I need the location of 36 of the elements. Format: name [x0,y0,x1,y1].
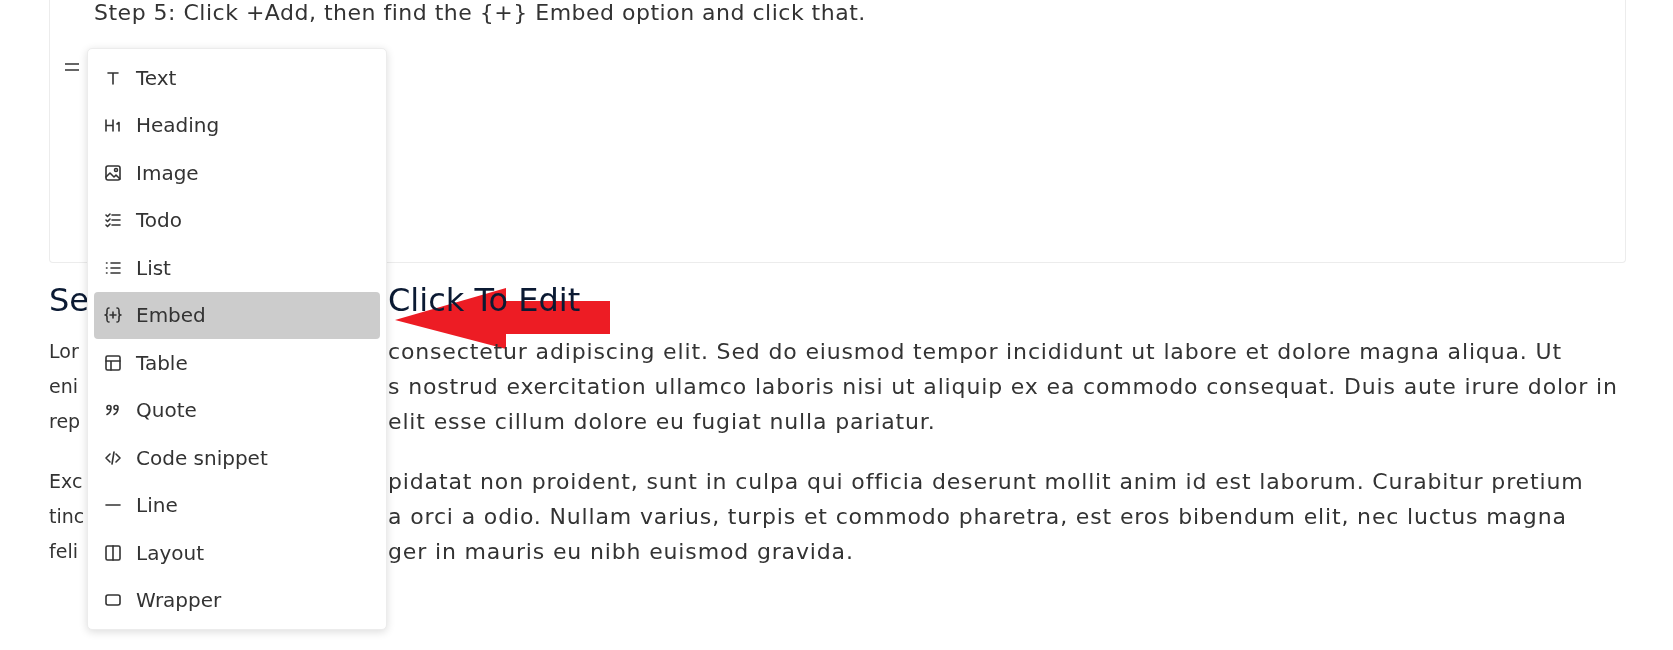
section-heading: Se [49,280,89,320]
paragraph-text: a orci a odio. Nullam varius, turpis et commodo pharetra, est eros bibendum elit, nec luctus magna [388,502,1567,531]
columns-icon [104,543,122,562]
checklist-icon [104,211,122,230]
paragraph-text: tinc [49,503,85,529]
menu-item[interactable]: Code snippet [94,434,380,482]
menu-item[interactable]: Table [94,339,380,387]
paragraph-text: eni [49,373,78,399]
paragraph-text: elit esse cillum dolore eu fugiat nulla pariatur. [388,407,936,436]
paragraph-text: feli [49,538,78,564]
drag-handle-icon[interactable] [64,62,80,72]
code-icon [104,448,122,467]
menu-item[interactable]: Line [94,481,380,529]
menu-item[interactable]: List [94,244,380,292]
menu-item[interactable]: Text [94,54,380,102]
table-icon [104,353,122,372]
braces-plus-icon [104,306,122,325]
paragraph-text: ger in mauris eu nibh euismod gravida. [388,537,854,566]
menu-item[interactable]: Todo [94,196,380,244]
paragraph-text: Lor [49,338,79,364]
heading-icon [104,116,122,135]
step-instruction: Step 5: Click +Add, then find the {+} Embed option and click that. [93,0,866,26]
menu-item[interactable]: Wrapper [94,576,380,624]
paragraph-text: consectetur adipiscing elit. Sed do eiusmod tempor incididunt ut labore et dolore magna aliqua. Ut [388,337,1562,366]
menu-item[interactable]: Heading [94,101,380,149]
menu-item[interactable]: Image [94,149,380,197]
menu-item[interactable]: Embed [94,291,380,339]
paragraph-text: pidatat non proident, sunt in culpa qui officia deserunt mollit anim id est laborum. Curabitur pretium [388,467,1584,496]
paragraph-text: s nostrud exercitation ullamco laboris nisi ut aliquip ex ea commodo consequat. Duis aute irure dolor in [388,372,1618,401]
image-icon [104,163,122,182]
section-heading: Click To Edit [388,280,581,320]
paragraph-text: rep [49,408,81,434]
menu-item[interactable]: Quote [94,386,380,434]
menu-item[interactable]: Layout [94,529,380,577]
paragraph-text: Exc [49,468,83,494]
line-icon [104,503,122,508]
